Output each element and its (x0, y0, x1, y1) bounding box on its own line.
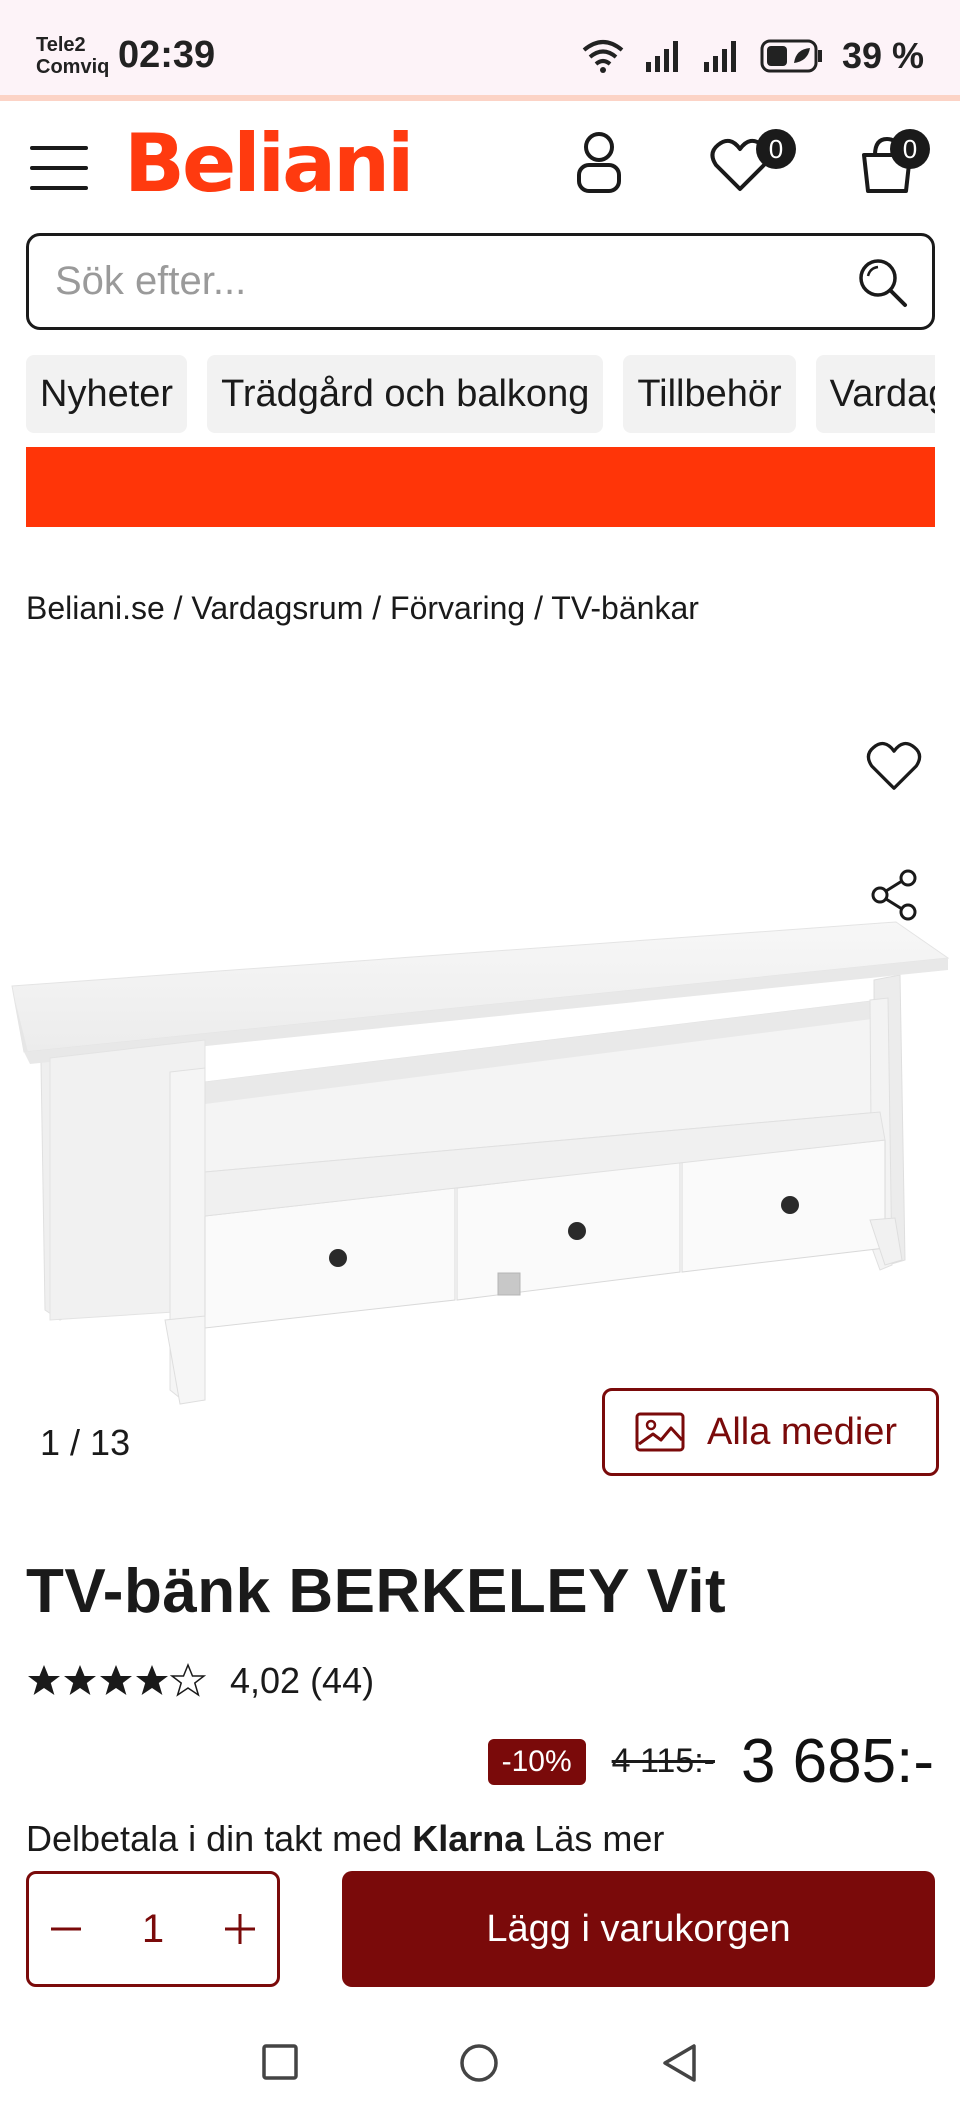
search-bar (26, 233, 935, 330)
discount-badge: -10% (487, 1738, 586, 1785)
price-row: -10% 4 115:- 3 685:- (487, 1726, 934, 1797)
breadcrumb-living-room[interactable]: Vardagsrum (191, 590, 363, 626)
image-counter: 1 / 13 (40, 1422, 131, 1463)
plus-icon (225, 1914, 255, 1944)
battery-icon (760, 39, 822, 73)
recent-apps-icon[interactable] (260, 2042, 300, 2082)
carrier-label: Tele2 Comviq (36, 34, 110, 78)
product-rating[interactable]: 4,02 (44) (26, 1660, 374, 1702)
site-header: Beliani 0 0 (0, 101, 960, 229)
wifi-icon (582, 40, 624, 73)
add-to-cart-button[interactable]: Lägg i varukorgen (342, 1871, 935, 1987)
signal-icon-2 (703, 41, 736, 72)
account-icon[interactable] (574, 129, 624, 195)
add-to-wishlist-icon[interactable] (866, 740, 922, 792)
back-icon[interactable] (660, 2042, 700, 2084)
increase-quantity-button[interactable] (223, 1904, 257, 1954)
home-icon[interactable] (458, 2042, 500, 2084)
product-title: TV-bänk BERKELEY Vit (26, 1557, 727, 1626)
promo-banner[interactable] (26, 447, 935, 527)
image-icon (635, 1412, 685, 1452)
breadcrumb-tv-benches[interactable]: TV-bänkar (551, 590, 699, 626)
all-media-label: Alla medier (707, 1410, 898, 1453)
klarna-info: Delbetala i din takt med Klarna Läs mer (26, 1818, 664, 1854)
product-image[interactable] (0, 700, 960, 1420)
category-chip-new[interactable]: Nyheter (26, 355, 188, 433)
system-nav-bar (0, 2008, 960, 2118)
menu-icon[interactable] (30, 146, 88, 190)
category-chip-accessories[interactable]: Tillbehör (623, 355, 796, 433)
breadcrumb-home[interactable]: Beliani.se (26, 590, 165, 626)
status-icons: 39 % (580, 35, 924, 76)
klarna-brand: Klarna (412, 1818, 525, 1854)
quantity-value[interactable]: 1 (142, 1907, 164, 1952)
cart-count-badge: 0 (890, 129, 930, 169)
wishlist-count-badge: 0 (756, 129, 796, 169)
current-price: 3 685:- (740, 1727, 934, 1796)
quantity-stepper: 1 (26, 1871, 280, 1987)
read-more-link[interactable]: Läs mer (534, 1818, 664, 1854)
status-bar: Tele2 Comviq 02:39 39 % (0, 0, 960, 97)
breadcrumb-storage[interactable]: Förvaring (390, 590, 525, 626)
old-price: 4 115:- (611, 1742, 715, 1780)
minus-icon (51, 1927, 81, 1931)
breadcrumb: Beliani.se / Vardagsrum / Förvaring / TV… (26, 590, 699, 626)
brand-logo[interactable]: Beliani (124, 117, 414, 210)
signal-icon (645, 41, 678, 72)
category-chip-garden[interactable]: Trädgård och balkong (207, 355, 604, 433)
category-chip-living-room[interactable]: Vardagsrum (815, 355, 935, 433)
add-to-cart-bar: 1 Lägg i varukorgen (0, 1854, 960, 1994)
share-icon[interactable] (870, 868, 920, 922)
battery-level: 39 % (841, 35, 924, 76)
search-icon[interactable] (854, 254, 910, 310)
status-time: 02:39 (118, 34, 216, 76)
rating-value: 4,02 (44) (230, 1660, 375, 1701)
star-rating-icon (28, 1663, 206, 1697)
category-nav: Nyheter Trädgård och balkong Tillbehör V… (26, 355, 935, 433)
search-input[interactable] (29, 259, 829, 304)
decrease-quantity-button[interactable] (49, 1904, 83, 1954)
all-media-button[interactable]: Alla medier (602, 1388, 939, 1476)
